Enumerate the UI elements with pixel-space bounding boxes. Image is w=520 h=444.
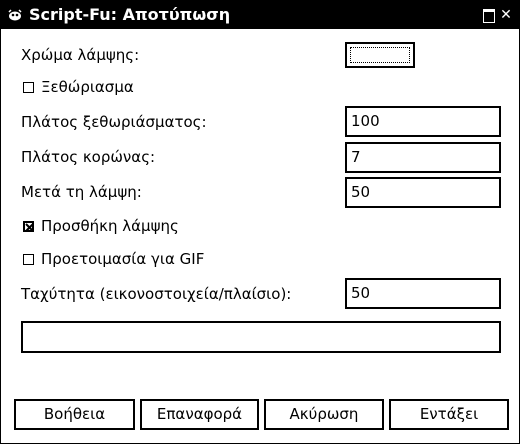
speed-label: Ταχύτητα (εικονοστοιχεία/πλαίσιο):: [21, 285, 292, 303]
gif-checkbox[interactable]: [23, 254, 34, 265]
feather-width-input[interactable]: 100: [345, 106, 501, 137]
cancel-button[interactable]: Ακύρωση: [264, 399, 384, 430]
window-title: Script-Fu: Αποτύπωση: [29, 5, 231, 24]
glow-color-label: Χρώμα λάμψης:: [21, 46, 140, 64]
feather-label[interactable]: Ξεθώριασμα: [41, 78, 134, 96]
gif-label[interactable]: Προετοιμασία για GIF: [41, 250, 204, 268]
after-glow-input[interactable]: 50: [345, 177, 501, 208]
corona-width-input[interactable]: 7: [345, 142, 501, 173]
add-glow-label[interactable]: Προσθήκη λάμψης: [41, 217, 179, 235]
glow-color-button[interactable]: [345, 42, 415, 68]
corona-width-label: Πλάτος κορώνας:: [21, 148, 156, 166]
title-bar[interactable]: Script-Fu: Αποτύπωση ✕: [1, 1, 519, 29]
add-glow-checkbox[interactable]: [23, 221, 34, 232]
feather-width-label: Πλάτος ξεθωριάσματος:: [21, 113, 207, 131]
progress-bar: [21, 321, 501, 353]
close-icon[interactable]: ✕: [499, 8, 513, 22]
gimp-icon: [7, 8, 23, 22]
feather-checkbox[interactable]: [23, 82, 34, 93]
script-fu-dialog: Script-Fu: Αποτύπωση ✕ Χρώμα λάμψης: Ξεθ…: [0, 0, 520, 444]
reset-button[interactable]: Επαναφορά: [140, 399, 259, 430]
maximize-icon[interactable]: [482, 8, 496, 23]
help-button[interactable]: Βοήθεια: [14, 399, 135, 430]
checkmark-icon: [25, 223, 34, 232]
after-glow-label: Μετά τη λάμψη:: [21, 183, 142, 201]
color-swatch: [350, 47, 410, 63]
ok-button[interactable]: Εντάξει: [389, 399, 509, 430]
speed-input[interactable]: 50: [345, 278, 501, 309]
